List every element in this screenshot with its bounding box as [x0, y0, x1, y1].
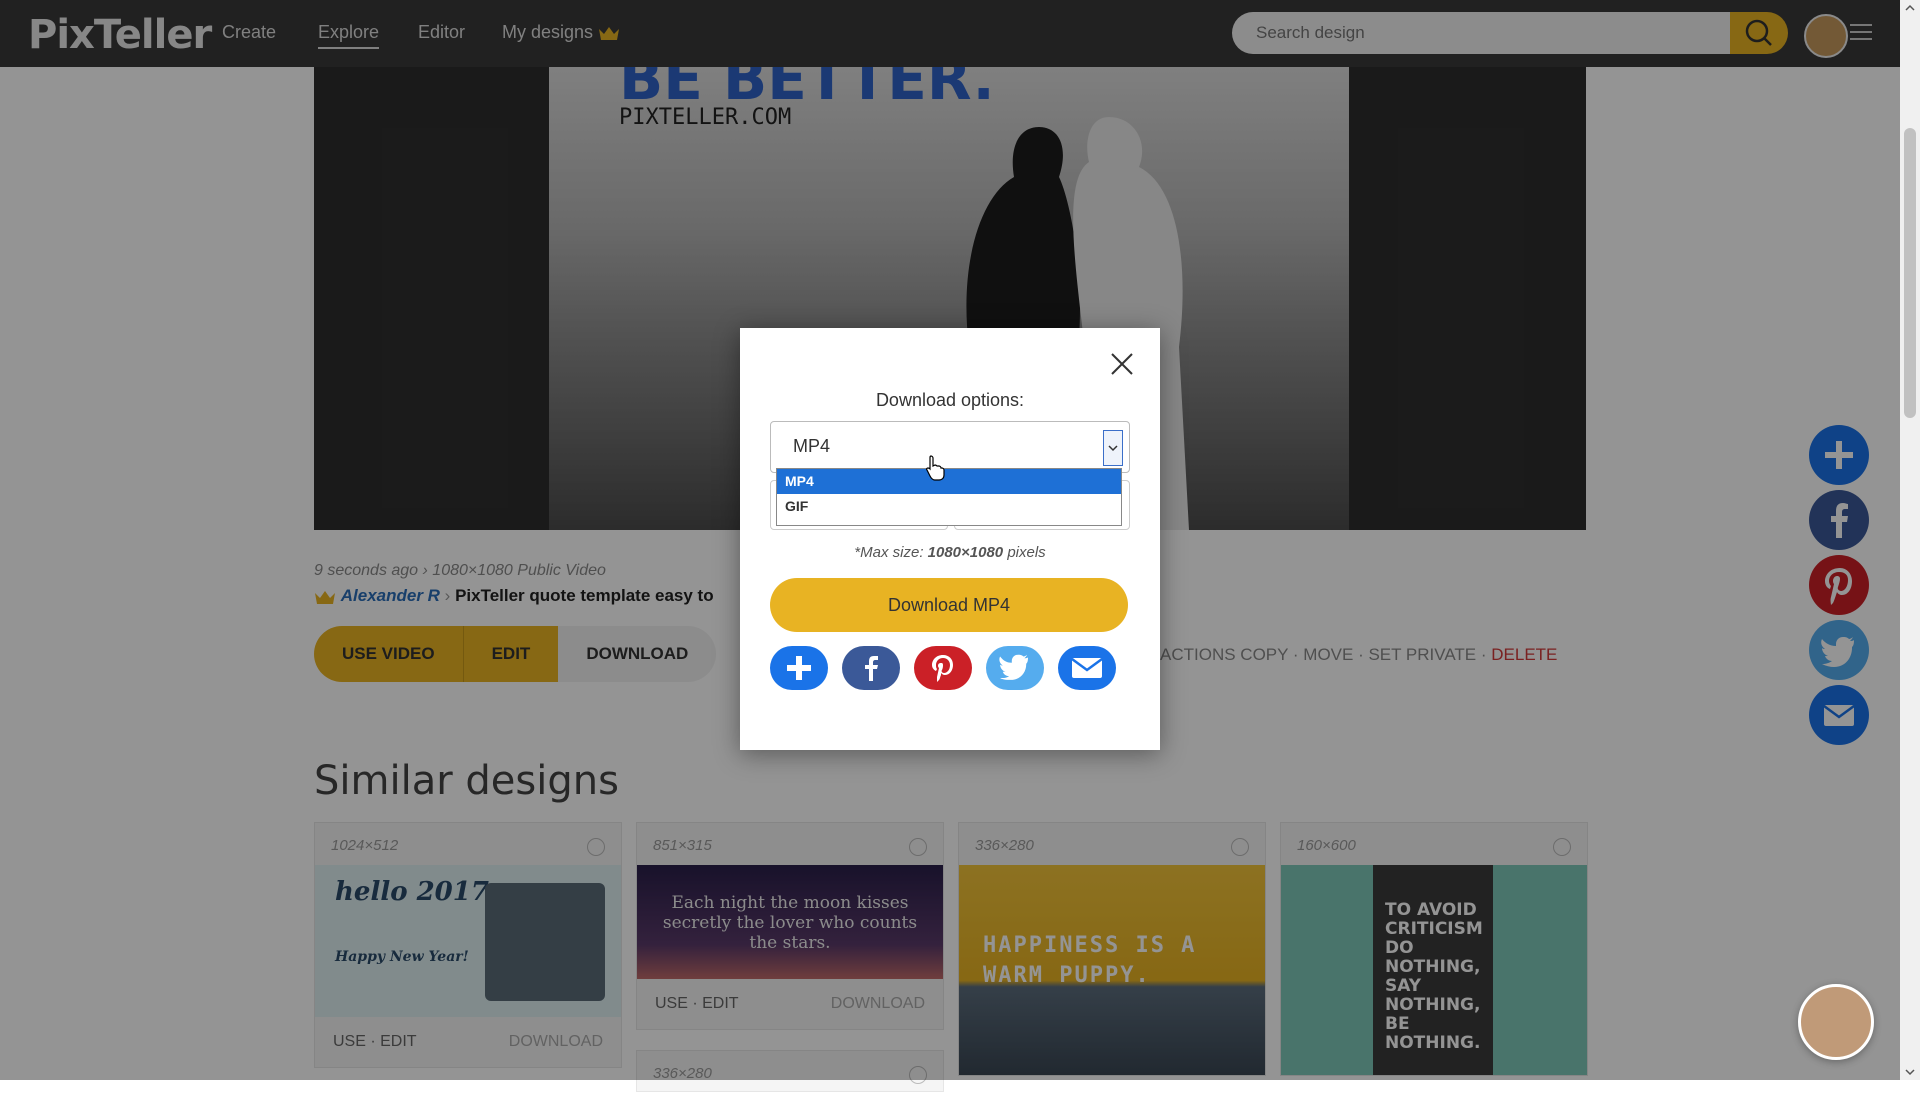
max-size-value: 1080×1080	[927, 544, 1004, 561]
modal-facebook-button[interactable]	[842, 646, 900, 690]
modal-twitter-button[interactable]	[986, 646, 1044, 690]
download-mp4-button[interactable]: Download MP4	[770, 578, 1128, 632]
option-gif[interactable]: GIF	[777, 494, 1121, 519]
select-arrow[interactable]	[1103, 430, 1123, 466]
chevron-down-icon	[1108, 445, 1118, 452]
format-select-value: MP4	[793, 436, 831, 456]
mouse-cursor-icon	[925, 455, 945, 481]
close-icon[interactable]	[1106, 348, 1138, 380]
max-size-prefix: *Max size:	[854, 544, 928, 561]
format-select[interactable]: MP4	[770, 421, 1130, 473]
pinterest-icon	[932, 655, 953, 682]
chat-avatar[interactable]	[1798, 984, 1874, 1060]
page-scrollbar[interactable]	[1900, 0, 1920, 1080]
modal-addthis-button[interactable]	[770, 646, 828, 690]
option-mp4[interactable]: MP4	[777, 469, 1121, 494]
scroll-up-icon[interactable]	[1900, 0, 1920, 16]
scrollbar-thumb[interactable]	[1904, 128, 1916, 418]
format-dropdown-list: MP4 GIF	[776, 468, 1122, 526]
scroll-down-icon[interactable]	[1900, 1064, 1920, 1080]
max-size-suffix: pixels	[1003, 544, 1046, 561]
download-options-label: Download options:	[875, 390, 1025, 410]
facebook-icon	[865, 656, 878, 681]
email-icon	[1071, 657, 1103, 678]
max-size-note: *Max size: 1080×1080 pixels	[740, 544, 1160, 561]
modal-pinterest-button[interactable]	[914, 646, 972, 690]
modal-share-row	[770, 646, 1116, 690]
download-modal: Download options: MP4 MP4 GIF *Max size:…	[740, 328, 1160, 750]
plus-icon	[787, 656, 811, 680]
twitter-icon	[999, 654, 1028, 680]
modal-email-button[interactable]	[1058, 646, 1116, 690]
